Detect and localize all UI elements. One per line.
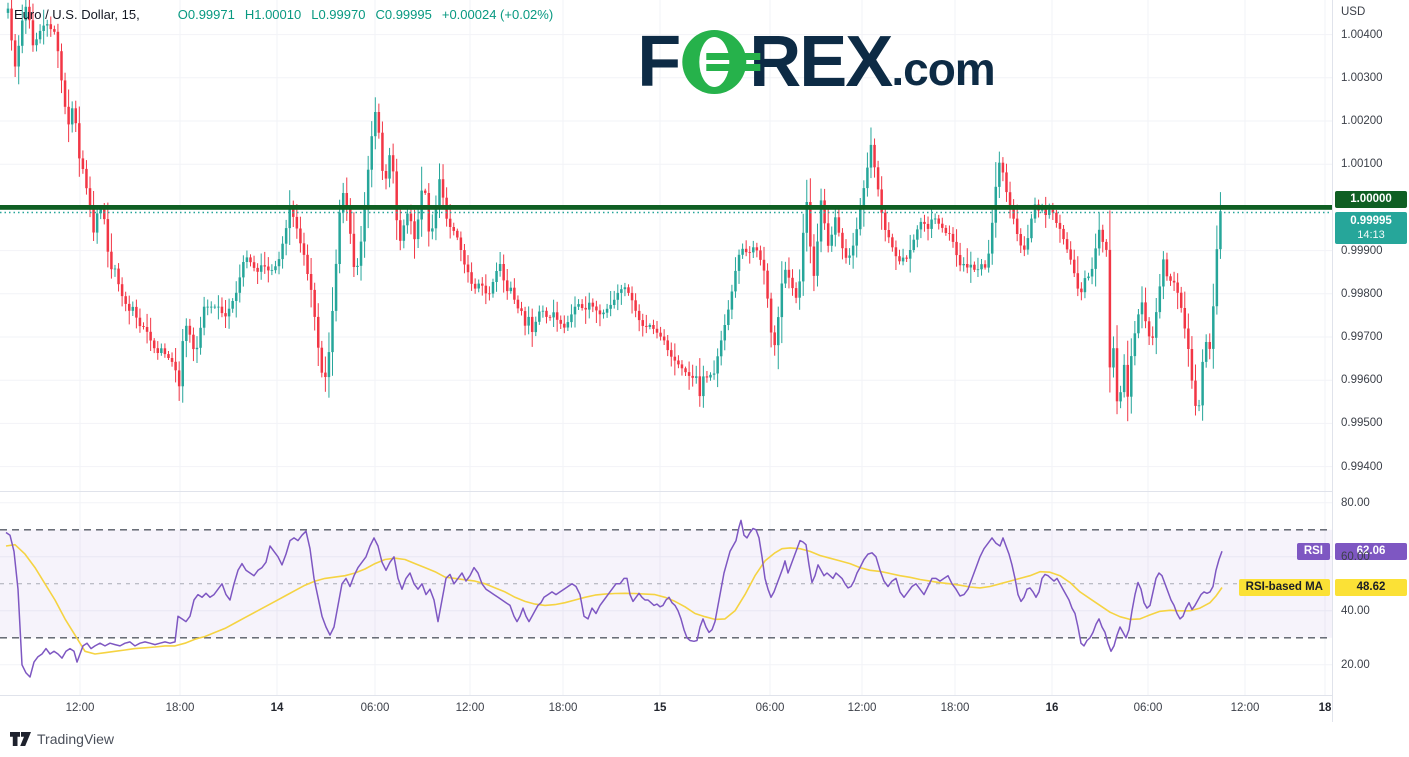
last-price-badge: 0.99995 14:13 [1335, 212, 1407, 244]
rsi-tick-label: 80.00 [1341, 497, 1370, 509]
rsi-ma-value-badge: 48.62 [1335, 579, 1407, 596]
trading-chart-app: RSI RSI-based MA 12:0018:001406:0012:001… [0, 0, 1409, 757]
price-tick-label: 0.99500 [1341, 417, 1383, 429]
rsi-label-badge[interactable]: RSI [1297, 543, 1330, 560]
price-tick-label: 1.00300 [1341, 72, 1383, 84]
forex-logo-o-icon [682, 30, 746, 94]
ohlc-change: +0.00024 (+0.02%) [442, 7, 553, 22]
rsi-tick-label: 20.00 [1341, 659, 1370, 671]
last-price-time: 14:13 [1335, 228, 1407, 242]
tradingview-label: TradingView [37, 731, 114, 747]
rsi-pane-canvas[interactable]: RSI RSI-based MA [0, 492, 1332, 695]
time-tick-label: 18:00 [166, 702, 195, 714]
price-tick-label: 1.00100 [1341, 158, 1383, 170]
rsi-ma-label-badge[interactable]: RSI-based MA [1239, 579, 1330, 596]
rsi-tick-label: 60.00 [1341, 551, 1370, 563]
time-tick-label: 06:00 [1134, 702, 1163, 714]
time-tick-label: 18:00 [941, 702, 970, 714]
currency-label: USD [1341, 6, 1365, 18]
rsi-tick-label: 40.00 [1341, 605, 1370, 617]
forex-com-logo: F REX .com [637, 30, 994, 94]
symbol-title: Euro / U.S. Dollar, 15, [14, 7, 140, 22]
forex-logo-rex: REX [749, 30, 891, 94]
symbol-legend[interactable]: Euro / U.S. Dollar, 15, O0.99971 H1.0001… [14, 7, 563, 22]
time-tick-label: 14 [271, 702, 284, 714]
level-price-badge: 1.00000 [1335, 191, 1407, 208]
price-tick-label: 1.00200 [1341, 115, 1383, 127]
price-tick-label: 0.99800 [1341, 288, 1383, 300]
time-tick-label: 06:00 [756, 702, 785, 714]
price-tick-label: 0.99400 [1341, 461, 1383, 473]
time-tick-label: 18 [1319, 702, 1332, 714]
rsi-indicator-chart [0, 492, 1332, 695]
tradingview-logo-icon [10, 732, 31, 746]
time-tick-label: 12:00 [1231, 702, 1260, 714]
time-tick-label: 12:00 [66, 702, 95, 714]
tradingview-attribution[interactable]: TradingView [10, 731, 114, 747]
time-tick-label: 15 [654, 702, 667, 714]
ohlc-open: O0.99971 [178, 7, 235, 22]
last-price-value: 0.99995 [1335, 214, 1407, 228]
chart-plot-region: RSI RSI-based MA 12:0018:001406:0012:001… [0, 0, 1332, 722]
ohlc-low: L0.99970 [311, 7, 365, 22]
time-tick-label: 12:00 [848, 702, 877, 714]
ohlc-high: H1.00010 [245, 7, 301, 22]
price-tick-label: 0.99900 [1341, 245, 1383, 257]
forex-logo-com: .com [891, 44, 994, 94]
time-tick-label: 16 [1046, 702, 1059, 714]
time-tick-label: 18:00 [549, 702, 578, 714]
price-tick-label: 0.99700 [1341, 331, 1383, 343]
time-tick-label: 06:00 [361, 702, 390, 714]
price-axis[interactable]: USD 1.00000 0.99995 14:13 62.06 48.62 1.… [1332, 0, 1409, 722]
price-tick-label: 1.00400 [1341, 29, 1383, 41]
time-axis[interactable]: 12:00 18:00 14 06:00 12:00 18:00 15 06:00 12:00 1… [0, 695, 1332, 723]
ohlc-close: C0.99995 [375, 7, 431, 22]
time-tick-label: 12:00 [456, 702, 485, 714]
price-tick-label: 0.99600 [1341, 374, 1383, 386]
forex-logo-f: F [637, 30, 679, 94]
